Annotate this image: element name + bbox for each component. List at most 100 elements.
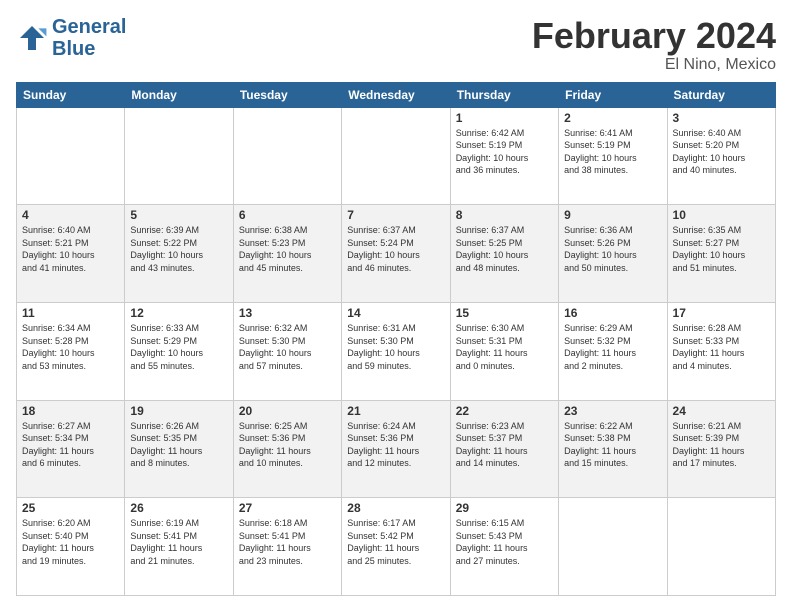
- cell-4-5: [559, 498, 667, 596]
- day-num-18: 18: [22, 404, 119, 418]
- logo: General Blue: [16, 16, 126, 60]
- cell-0-5: 2Sunrise: 6:41 AM Sunset: 5:19 PM Daylig…: [559, 107, 667, 205]
- page: General Blue February 2024 El Nino, Mexi…: [0, 0, 792, 612]
- day-num-11: 11: [22, 306, 119, 320]
- cell-1-1: 5 Sunrise: 6:39 AM Sunset: 5:22 PM Daylig…: [125, 205, 233, 303]
- cell-content-13: Sunrise: 6:32 AM Sunset: 5:30 PM Dayligh…: [239, 322, 336, 372]
- cell-2-5: 16 Sunrise: 6:29 AM Sunset: 5:32 PM Dayli…: [559, 302, 667, 400]
- day-num-16: 16: [564, 306, 661, 320]
- col-friday: Friday: [559, 82, 667, 107]
- cell-2-1: 12Sunrise: 6:33 AM Sunset: 5:29 PM Dayli…: [125, 302, 233, 400]
- cell-content-1: Sunrise: 6:42 AM Sunset: 5:19 PM Dayligh…: [456, 127, 553, 177]
- cell-3-3: 21 Sunrise: 6:24 AM Sunset: 5:36 PM Dayli…: [342, 400, 450, 498]
- day-num-14: 14: [347, 306, 444, 320]
- calendar-header-row: Sunday Monday Tuesday Wednesday Thursday…: [17, 82, 776, 107]
- cell-content-16: Sunrise: 6:29 AM Sunset: 5:32 PM Dayligh…: [564, 322, 661, 372]
- day-num-29: 29: [456, 501, 553, 515]
- cell-content-28: Sunrise: 6:17 AM Sunset: 5:42 PM Dayligh…: [347, 517, 444, 567]
- cell-content-19: Sunrise: 6:26 AM Sunset: 5:35 PM Dayligh…: [130, 420, 227, 470]
- col-thursday: Thursday: [450, 82, 558, 107]
- cell-3-2: 20 Sunrise: 6:25 AM Sunset: 5:36 PM Dayli…: [233, 400, 341, 498]
- cell-content-18: Sunrise: 6:27 AM Sunset: 5:34 PM Dayligh…: [22, 420, 119, 470]
- cell-content-2: Sunrise: 6:41 AM Sunset: 5:19 PM Dayligh…: [564, 127, 661, 177]
- cell-content-7: Sunrise: 6:37 AM Sunset: 5:24 PM Dayligh…: [347, 224, 444, 274]
- cell-0-1: [125, 107, 233, 205]
- cell-content-29: Sunrise: 6:15 AM Sunset: 5:43 PM Dayligh…: [456, 517, 553, 567]
- cell-content-8: Sunrise: 6:37 AM Sunset: 5:25 PM Dayligh…: [456, 224, 553, 274]
- day-num-9: 9: [564, 208, 661, 222]
- calendar-table: Sunday Monday Tuesday Wednesday Thursday…: [16, 82, 776, 596]
- day-num-6: 6: [239, 208, 336, 222]
- day-num-5: 5: [130, 208, 227, 222]
- day-num-24: 24: [673, 404, 770, 418]
- cell-4-6: [667, 498, 775, 596]
- cell-4-3: 28 Sunrise: 6:17 AM Sunset: 5:42 PM Dayli…: [342, 498, 450, 596]
- cell-content-14: Sunrise: 6:31 AM Sunset: 5:30 PM Dayligh…: [347, 322, 444, 372]
- cell-content-22: Sunrise: 6:23 AM Sunset: 5:37 PM Dayligh…: [456, 420, 553, 470]
- day-num-21: 21: [347, 404, 444, 418]
- cell-content-15: Sunrise: 6:30 AM Sunset: 5:31 PM Dayligh…: [456, 322, 553, 372]
- cell-content-4: Sunrise: 6:40 AM Sunset: 5:21 PM Dayligh…: [22, 224, 119, 274]
- title-block: February 2024 El Nino, Mexico: [532, 16, 776, 74]
- cell-content-25: Sunrise: 6:20 AM Sunset: 5:40 PM Dayligh…: [22, 517, 119, 567]
- logo-text: General Blue: [52, 16, 126, 60]
- week-row-4: 25 Sunrise: 6:20 AM Sunset: 5:40 PM Dayli…: [17, 498, 776, 596]
- cell-4-0: 25 Sunrise: 6:20 AM Sunset: 5:40 PM Dayli…: [17, 498, 125, 596]
- cell-content-24: Sunrise: 6:21 AM Sunset: 5:39 PM Dayligh…: [673, 420, 770, 470]
- cell-4-2: 27 Sunrise: 6:18 AM Sunset: 5:41 PM Dayli…: [233, 498, 341, 596]
- cell-3-1: 19 Sunrise: 6:26 AM Sunset: 5:35 PM Dayli…: [125, 400, 233, 498]
- cell-3-0: 18 Sunrise: 6:27 AM Sunset: 5:34 PM Dayli…: [17, 400, 125, 498]
- day-num-20: 20: [239, 404, 336, 418]
- day-num-27: 27: [239, 501, 336, 515]
- cell-2-4: 15 Sunrise: 6:30 AM Sunset: 5:31 PM Dayli…: [450, 302, 558, 400]
- cell-4-4: 29 Sunrise: 6:15 AM Sunset: 5:43 PM Dayli…: [450, 498, 558, 596]
- col-tuesday: Tuesday: [233, 82, 341, 107]
- day-num-23: 23: [564, 404, 661, 418]
- day-num-10: 10: [673, 208, 770, 222]
- logo-line2: Blue: [52, 38, 95, 60]
- day-num-4: 4: [22, 208, 119, 222]
- cell-3-4: 22 Sunrise: 6:23 AM Sunset: 5:37 PM Dayli…: [450, 400, 558, 498]
- cell-content-27: Sunrise: 6:18 AM Sunset: 5:41 PM Dayligh…: [239, 517, 336, 567]
- cell-2-0: 11 Sunrise: 6:34 AM Sunset: 5:28 PM Dayli…: [17, 302, 125, 400]
- day-num-26: 26: [130, 501, 227, 515]
- cell-3-5: 23 Sunrise: 6:22 AM Sunset: 5:38 PM Dayli…: [559, 400, 667, 498]
- logo-icon: [16, 22, 48, 54]
- logo-line1: General: [52, 16, 126, 38]
- day-num-28: 28: [347, 501, 444, 515]
- cell-content-20: Sunrise: 6:25 AM Sunset: 5:36 PM Dayligh…: [239, 420, 336, 470]
- col-saturday: Saturday: [667, 82, 775, 107]
- day-num-19: 19: [130, 404, 227, 418]
- day-num-25: 25: [22, 501, 119, 515]
- cell-2-2: 13 Sunrise: 6:32 AM Sunset: 5:30 PM Dayli…: [233, 302, 341, 400]
- cell-1-6: 10 Sunrise: 6:35 AM Sunset: 5:27 PM Dayli…: [667, 205, 775, 303]
- cell-0-0: [17, 107, 125, 205]
- day-num-22: 22: [456, 404, 553, 418]
- week-row-2: 11 Sunrise: 6:34 AM Sunset: 5:28 PM Dayli…: [17, 302, 776, 400]
- week-row-1: 4 Sunrise: 6:40 AM Sunset: 5:21 PM Daylig…: [17, 205, 776, 303]
- cell-content-3: Sunrise: 6:40 AM Sunset: 5:20 PM Dayligh…: [673, 127, 770, 177]
- cell-0-3: [342, 107, 450, 205]
- cell-content-17: Sunrise: 6:28 AM Sunset: 5:33 PM Dayligh…: [673, 322, 770, 372]
- cell-content-26: Sunrise: 6:19 AM Sunset: 5:41 PM Dayligh…: [130, 517, 227, 567]
- cell-content-11: Sunrise: 6:34 AM Sunset: 5:28 PM Dayligh…: [22, 322, 119, 372]
- cell-4-1: 26 Sunrise: 6:19 AM Sunset: 5:41 PM Dayli…: [125, 498, 233, 596]
- day-num-12: 12: [130, 306, 227, 320]
- header: General Blue February 2024 El Nino, Mexi…: [16, 16, 776, 74]
- cell-content-10: Sunrise: 6:35 AM Sunset: 5:27 PM Dayligh…: [673, 224, 770, 274]
- cell-1-2: 6 Sunrise: 6:38 AM Sunset: 5:23 PM Daylig…: [233, 205, 341, 303]
- cell-2-6: 17Sunrise: 6:28 AM Sunset: 5:33 PM Dayli…: [667, 302, 775, 400]
- cell-0-4: 1 Sunrise: 6:42 AM Sunset: 5:19 PM Daylig…: [450, 107, 558, 205]
- cell-content-5: Sunrise: 6:39 AM Sunset: 5:22 PM Dayligh…: [130, 224, 227, 274]
- day-num-13: 13: [239, 306, 336, 320]
- day-num-15: 15: [456, 306, 553, 320]
- cell-content-21: Sunrise: 6:24 AM Sunset: 5:36 PM Dayligh…: [347, 420, 444, 470]
- col-wednesday: Wednesday: [342, 82, 450, 107]
- col-monday: Monday: [125, 82, 233, 107]
- week-row-0: 1 Sunrise: 6:42 AM Sunset: 5:19 PM Daylig…: [17, 107, 776, 205]
- day-num-1: 1: [456, 111, 553, 125]
- cell-content-23: Sunrise: 6:22 AM Sunset: 5:38 PM Dayligh…: [564, 420, 661, 470]
- cell-1-0: 4 Sunrise: 6:40 AM Sunset: 5:21 PM Daylig…: [17, 205, 125, 303]
- cell-content-6: Sunrise: 6:38 AM Sunset: 5:23 PM Dayligh…: [239, 224, 336, 274]
- col-sunday: Sunday: [17, 82, 125, 107]
